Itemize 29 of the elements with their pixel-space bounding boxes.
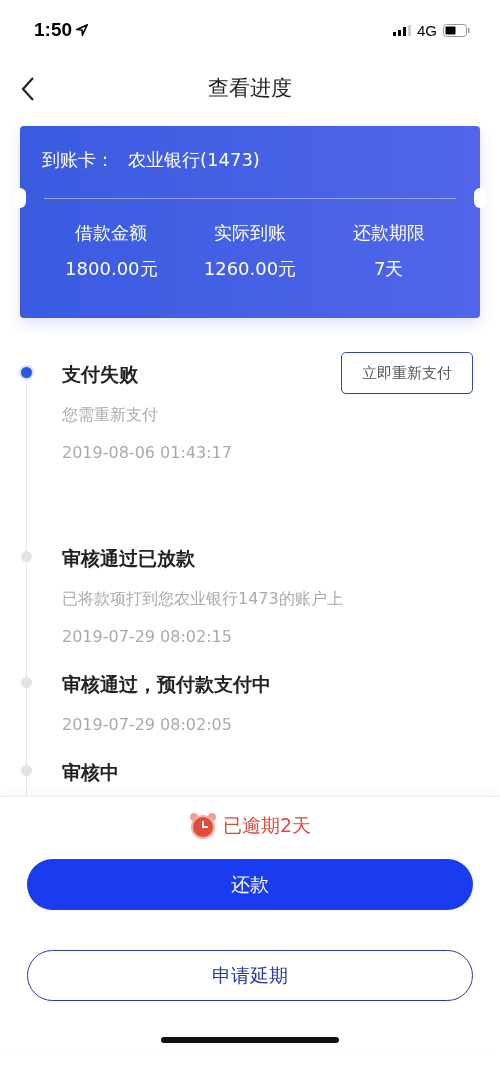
step-description: 已将款项打到您农业银行1473的账户上 xyxy=(62,589,343,610)
back-icon[interactable] xyxy=(20,76,36,102)
account-value: 农业银行(1473) xyxy=(128,148,260,172)
repay-button[interactable]: 还款 xyxy=(27,859,473,910)
step-title: 审核通过，预付款支付中 xyxy=(62,672,271,697)
step-description: 您需重新支付 xyxy=(62,405,158,426)
clock-time: 1:50 xyxy=(34,19,73,41)
page-title: 查看进度 xyxy=(208,75,292,102)
stat-value: 1260.00元 xyxy=(203,257,297,281)
step-time: 2019-08-06 01:43:17 xyxy=(62,443,232,462)
location-arrow-icon xyxy=(76,24,89,36)
stat-label: 借款金额 xyxy=(75,221,148,245)
step-time: 2019-07-29 08:02:15 xyxy=(62,627,232,646)
network-label: 4G xyxy=(417,21,437,39)
signal-icon xyxy=(393,24,411,36)
extend-button[interactable]: 申请延期 xyxy=(27,950,473,1001)
stat-label: 还款期限 xyxy=(352,221,425,245)
account-label: 到账卡： xyxy=(42,148,114,172)
step-time: 2019-07-29 08:02:05 xyxy=(62,715,232,734)
step-title: 支付失败 xyxy=(62,362,138,387)
overdue-text: 已逾期2天 xyxy=(222,813,312,838)
stat-label: 实际到账 xyxy=(214,221,286,245)
repay-again-button[interactable]: 立即重新支付 xyxy=(341,352,473,394)
step-title: 审核通过已放款 xyxy=(62,546,195,571)
stat-value: 1800.00元 xyxy=(65,257,158,281)
step-title: 审核中 xyxy=(62,760,119,785)
alarm-clock-icon xyxy=(188,812,217,840)
battery-icon xyxy=(443,23,470,37)
stat-value: 7天 xyxy=(373,257,404,281)
